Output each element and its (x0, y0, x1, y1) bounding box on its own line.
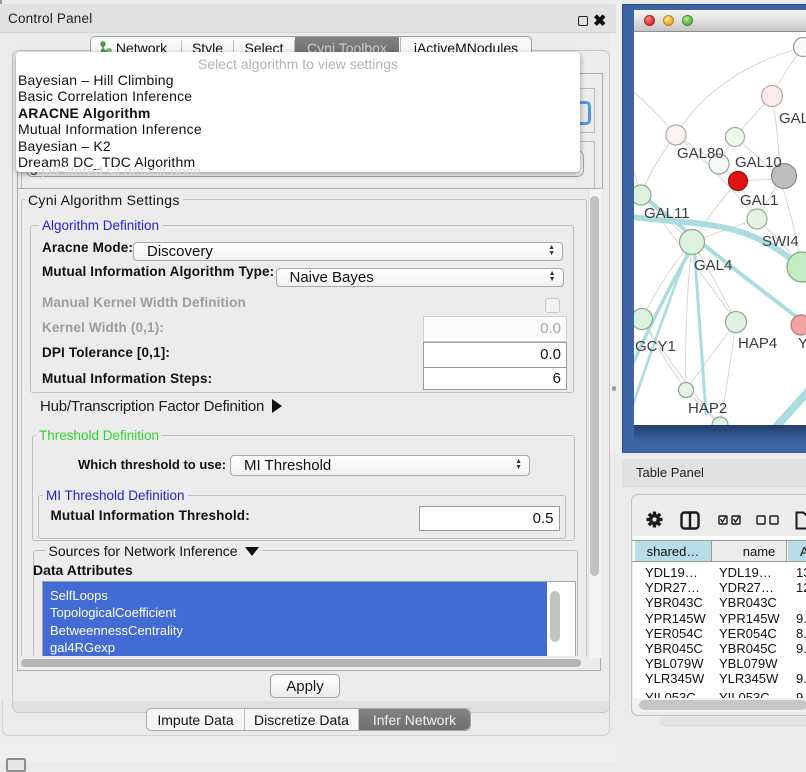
svg-text:GAL7: GAL7 (779, 110, 806, 127)
svg-text:HAP2: HAP2 (688, 400, 727, 417)
svg-text:GAL11: GAL11 (644, 205, 690, 222)
svg-text:GAL10: GAL10 (735, 154, 782, 171)
svg-text:GCY1: GCY1 (635, 338, 676, 355)
svg-text:SWI4: SWI4 (762, 233, 799, 250)
svg-text:GAL80: GAL80 (677, 145, 724, 162)
svg-text:HAP4: HAP4 (738, 335, 777, 352)
svg-text:YP: YP (798, 335, 806, 352)
svg-text:GAL1: GAL1 (740, 192, 778, 209)
svg-text:GAL4: GAL4 (694, 257, 732, 274)
